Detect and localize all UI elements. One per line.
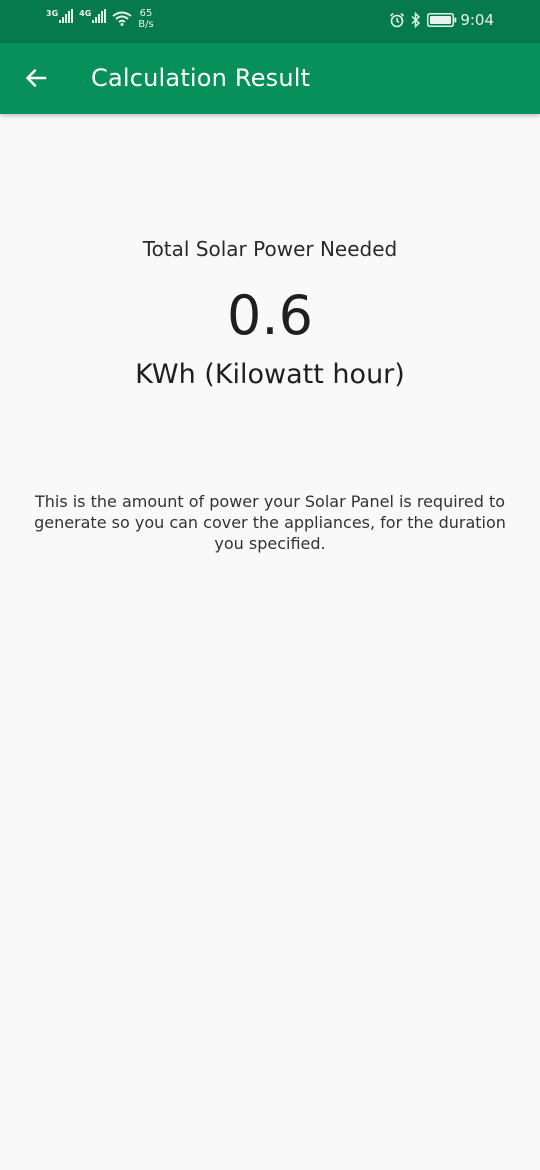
net-speed: 65 B/s — [138, 8, 153, 30]
net-speed-value: 65 — [139, 8, 153, 19]
signal-4g: 4G — [79, 9, 107, 23]
arrow-left-icon — [26, 69, 47, 87]
status-bar: 3G 4G 65 B/s 9:04 — [0, 0, 540, 43]
signal-3g: 3G — [46, 9, 74, 23]
signal-4g-label: 4G — [79, 9, 92, 18]
net-speed-unit: B/s — [138, 19, 154, 30]
bluetooth-icon — [411, 12, 421, 28]
battery-icon — [427, 13, 457, 27]
page-title: Calculation Result — [91, 64, 311, 92]
status-bar-left: 3G 4G 65 B/s — [46, 8, 154, 30]
back-button[interactable] — [20, 62, 52, 94]
signal-icon — [92, 9, 107, 23]
result-unit: KWh (Kilowatt hour) — [135, 359, 405, 390]
status-time: 9:04 — [460, 11, 494, 29]
status-bar-right: 9:04 — [389, 11, 494, 29]
result-label: Total Solar Power Needed — [142, 237, 398, 261]
alarm-icon — [390, 12, 405, 28]
result-description: This is the amount of power your Solar P… — [34, 492, 506, 553]
app-bar: Calculation Result — [0, 43, 540, 114]
wifi-icon — [112, 11, 132, 26]
signal-3g-label: 3G — [46, 9, 59, 18]
result-value: 0.6 — [227, 284, 313, 347]
signal-icon — [59, 9, 74, 23]
